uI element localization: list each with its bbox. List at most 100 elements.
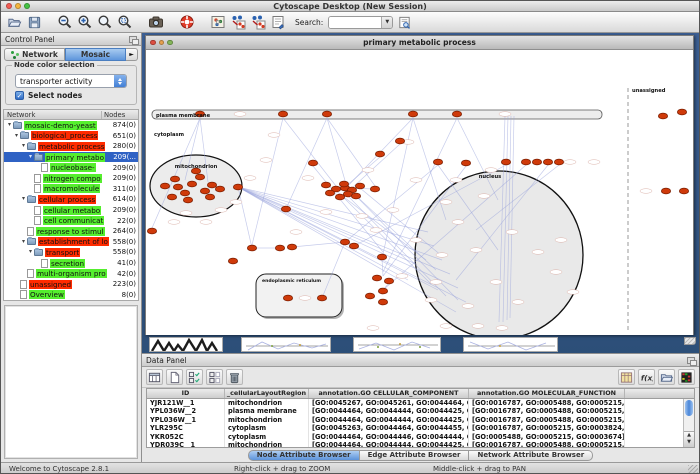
- graph-node[interactable]: [378, 299, 387, 305]
- graph-node[interactable]: [215, 186, 224, 192]
- attribute-batch-icon[interactable]: [618, 369, 635, 385]
- expander-arrow-icon[interactable]: ▾: [27, 247, 34, 257]
- chevron-down-icon[interactable]: ▼: [381, 16, 392, 29]
- open-icon[interactable]: [5, 13, 23, 31]
- graph-edge[interactable]: [292, 242, 345, 247]
- unselect-attributes-icon[interactable]: [206, 369, 223, 385]
- graph-node[interactable]: [228, 258, 237, 264]
- tree-row[interactable]: nitrogen compo209(0): [4, 173, 138, 184]
- graph-edge[interactable]: [327, 118, 348, 191]
- graph-node[interactable]: [278, 111, 287, 117]
- table-row[interactable]: YPL036W__1mitochondrion[GO:0044464, GO:0…: [147, 416, 694, 425]
- expander-arrow-icon[interactable]: ▾: [20, 237, 27, 247]
- zoom-selected-icon[interactable]: [116, 13, 134, 31]
- tab-network[interactable]: Network: [4, 48, 65, 61]
- background-window[interactable]: [149, 337, 223, 352]
- tab-overflow-arrow-icon[interactable]: ►: [126, 48, 138, 61]
- tree-row[interactable]: ▾biological_process651(0): [4, 131, 138, 142]
- table-cell[interactable]: [GO:0045263, GO:0044464, GO:0044455, G..…: [309, 424, 469, 433]
- expander-arrow-icon[interactable]: ▾: [20, 194, 27, 204]
- table-cell[interactable]: [GO:0005488, GO:0005215, GO:0003674]: [469, 433, 625, 442]
- table-cell[interactable]: YDR039C__1: [147, 441, 225, 448]
- table-cell[interactable]: YPL036W__1: [147, 416, 225, 425]
- tree-row[interactable]: ▾establishment of lo558(0): [4, 237, 138, 248]
- graph-node[interactable]: [433, 159, 442, 165]
- graph-node[interactable]: [677, 109, 686, 115]
- scrollbar-thumb[interactable]: [685, 400, 693, 416]
- table-cell[interactable]: plasma membrane: [225, 407, 309, 416]
- graph-node[interactable]: [661, 188, 670, 194]
- tree-row[interactable]: Overview8(0): [4, 290, 138, 301]
- select-attributes-icon[interactable]: [186, 369, 203, 385]
- show-selected-icon[interactable]: [249, 13, 267, 31]
- zoom-out-icon[interactable]: [56, 13, 74, 31]
- graph-node[interactable]: [187, 181, 196, 187]
- graph-node[interactable]: [247, 245, 256, 251]
- graph-edge[interactable]: [238, 187, 252, 248]
- new-attribute-icon[interactable]: [166, 369, 183, 385]
- attribute-dropdown[interactable]: transporter activity: [15, 74, 127, 88]
- tree-column-network[interactable]: Network: [7, 111, 101, 119]
- graph-node[interactable]: [167, 194, 176, 200]
- graph-node[interactable]: [543, 159, 552, 165]
- background-window[interactable]: [463, 337, 558, 352]
- graph-node[interactable]: [339, 181, 348, 187]
- table-cell[interactable]: [GO:0044464, GO:0044446, GO:0044444, G..…: [309, 433, 469, 442]
- network-view-frame[interactable]: primary metabolic process plasma membran…: [145, 35, 694, 335]
- attribute-table-icon[interactable]: [146, 369, 163, 385]
- tab-node-attribute-browser[interactable]: Node Attribute Browser: [248, 450, 360, 461]
- scrollbar-arrows[interactable]: ▲▼: [684, 431, 694, 447]
- table-cell[interactable]: YJR121W__1: [147, 399, 225, 408]
- delete-attribute-icon[interactable]: [226, 369, 243, 385]
- graph-node[interactable]: [180, 190, 189, 196]
- table-cell[interactable]: [GO:0044464, GO:0044444, GO:0044425, G..…: [309, 416, 469, 425]
- graph-node[interactable]: [375, 151, 384, 157]
- advanced-search-icon[interactable]: [395, 13, 413, 31]
- graph-node[interactable]: [378, 288, 387, 294]
- graph-node[interactable]: [195, 174, 204, 180]
- graph-node[interactable]: [349, 243, 358, 249]
- tree-row[interactable]: secretion41(0): [4, 258, 138, 269]
- graph-node[interactable]: [452, 111, 461, 117]
- graph-node[interactable]: [395, 138, 404, 144]
- tree-row[interactable]: multi-organism pro42(0): [4, 268, 138, 279]
- table-cell[interactable]: mitochondrion: [225, 416, 309, 425]
- tree-row[interactable]: cellular metabo209(0): [4, 205, 138, 216]
- tree-row[interactable]: macromolecule311(0): [4, 184, 138, 195]
- graph-node[interactable]: [532, 159, 541, 165]
- hide-selected-icon[interactable]: [229, 13, 247, 31]
- table-cell[interactable]: [GO:0016787, GO:0005488, GO:0005215, G..…: [469, 399, 625, 408]
- graph-edge[interactable]: [345, 157, 380, 187]
- snapshot-icon[interactable]: [147, 13, 165, 31]
- graph-node[interactable]: [554, 159, 563, 165]
- graph-edge[interactable]: [252, 118, 283, 245]
- table-cell[interactable]: [GO:0016787, GO:0005488, GO:0005215, G..…: [469, 441, 625, 448]
- graph-node[interactable]: [283, 295, 292, 301]
- background-window[interactable]: [353, 337, 441, 352]
- graph-node[interactable]: [355, 183, 364, 189]
- zoom-fit-icon[interactable]: [96, 13, 114, 31]
- table-cell[interactable]: [GO:0016787, GO:0005488, GO:0005215, G..…: [469, 407, 625, 416]
- tab-mosaic[interactable]: Mosaic: [65, 48, 126, 61]
- table-cell[interactable]: [GO:0044464, GO:0044444, GO:0044425, G..…: [309, 407, 469, 416]
- graph-node[interactable]: [205, 194, 214, 200]
- table-scrollbar[interactable]: ▲▼: [683, 399, 694, 448]
- graph-node[interactable]: [322, 111, 331, 117]
- table-row[interactable]: YDR039C__1mitochondrion[GO:0044464, GO:0…: [147, 441, 694, 448]
- expander-arrow-icon[interactable]: ▾: [27, 152, 34, 162]
- search-input[interactable]: [329, 17, 381, 28]
- column-header[interactable]: ID: [147, 389, 225, 398]
- graph-node[interactable]: [170, 176, 179, 182]
- tree-row[interactable]: ▾mosaic-demo-yeast874(0): [4, 120, 138, 131]
- expander-arrow-icon[interactable]: ▾: [13, 131, 20, 141]
- graph-node[interactable]: [200, 188, 209, 194]
- table-cell[interactable]: YLR295C: [147, 424, 225, 433]
- tree-row[interactable]: ▾cellular process614(0): [4, 194, 138, 205]
- graph-node[interactable]: [173, 184, 182, 190]
- graph-node[interactable]: [372, 275, 381, 281]
- graph-node[interactable]: [183, 197, 192, 203]
- table-cell[interactable]: mitochondrion: [225, 399, 309, 408]
- graph-edge[interactable]: [327, 118, 375, 186]
- graph-node[interactable]: [308, 160, 317, 166]
- float-panel-icon[interactable]: [129, 36, 137, 43]
